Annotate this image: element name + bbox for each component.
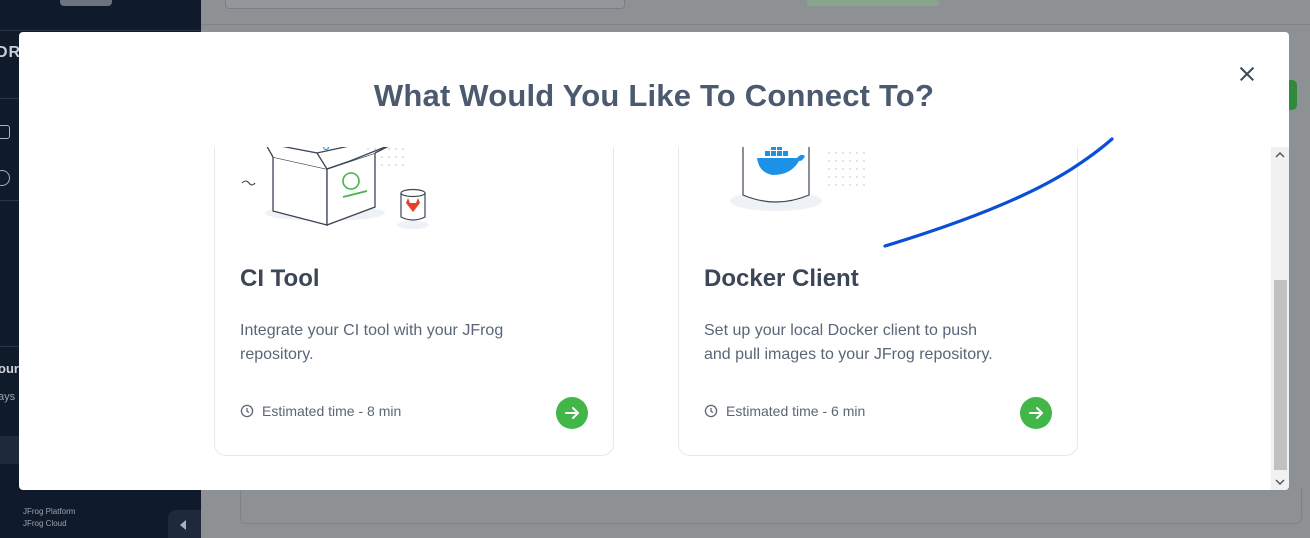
ci-tool-next-button[interactable] [556, 397, 588, 429]
docker-client-card[interactable]: Docker Client Set up your local Docker c… [678, 147, 1078, 456]
modal-title: What Would You Like To Connect To? [373, 78, 935, 113]
chevron-up-icon [1275, 152, 1285, 158]
clock-icon [704, 404, 718, 418]
sidebar-section-label: DR [0, 44, 22, 61]
search-circle-icon[interactable] [0, 170, 10, 186]
estimated-time-label: Estimated time - 8 min [262, 403, 402, 419]
card-title: Docker Client [704, 265, 859, 292]
close-icon[interactable] [1235, 62, 1259, 86]
platform-name: JFrog Platform [23, 507, 76, 516]
platform-edition: JFrog Cloud [23, 519, 67, 528]
platform-info: JFrog Platform JFrog Cloud [23, 506, 75, 530]
arrow-right-icon [1029, 407, 1043, 419]
content-panel [240, 488, 1302, 524]
status-bar [807, 0, 939, 6]
vertical-scrollbar[interactable] [1271, 147, 1289, 490]
sidebar-text-fragment: ays [0, 391, 16, 403]
search-input[interactable] [225, 0, 625, 9]
scrollbar-thumb[interactable] [1274, 280, 1287, 470]
divider [0, 30, 201, 31]
card-scroll-area[interactable]: CI Tool Integrate your CI tool with your… [19, 147, 1289, 490]
estimated-time: Estimated time - 8 min [240, 403, 401, 419]
scroll-up-arrow[interactable] [1271, 147, 1289, 163]
docker-whale-illustration [730, 147, 865, 211]
divider [201, 24, 1310, 25]
estimated-time-label: Estimated time - 6 min [726, 403, 866, 419]
card-title: CI Tool [240, 265, 320, 292]
book-icon[interactable] [0, 125, 10, 139]
ci-tool-card[interactable]: CI Tool Integrate your CI tool with your… [214, 147, 614, 456]
docker-client-next-button[interactable] [1020, 397, 1052, 429]
arrow-right-icon [565, 407, 579, 419]
chevron-down-icon [1275, 479, 1285, 485]
collapse-sidebar-button[interactable] [168, 510, 201, 538]
sidebar-text-fragment: our [0, 361, 19, 376]
estimated-time: Estimated time - 6 min [704, 403, 865, 419]
card-description: Set up your local Docker client to push … [704, 322, 993, 363]
ci-box-gitlab-illustration [241, 147, 429, 229]
clock-icon [240, 404, 254, 418]
scroll-down-arrow[interactable] [1271, 474, 1289, 490]
card-description: Integrate your CI tool with your JFrog r… [240, 322, 504, 363]
logo [60, 0, 112, 6]
connect-modal: What Would You Like To Connect To? CI To… [19, 32, 1289, 490]
